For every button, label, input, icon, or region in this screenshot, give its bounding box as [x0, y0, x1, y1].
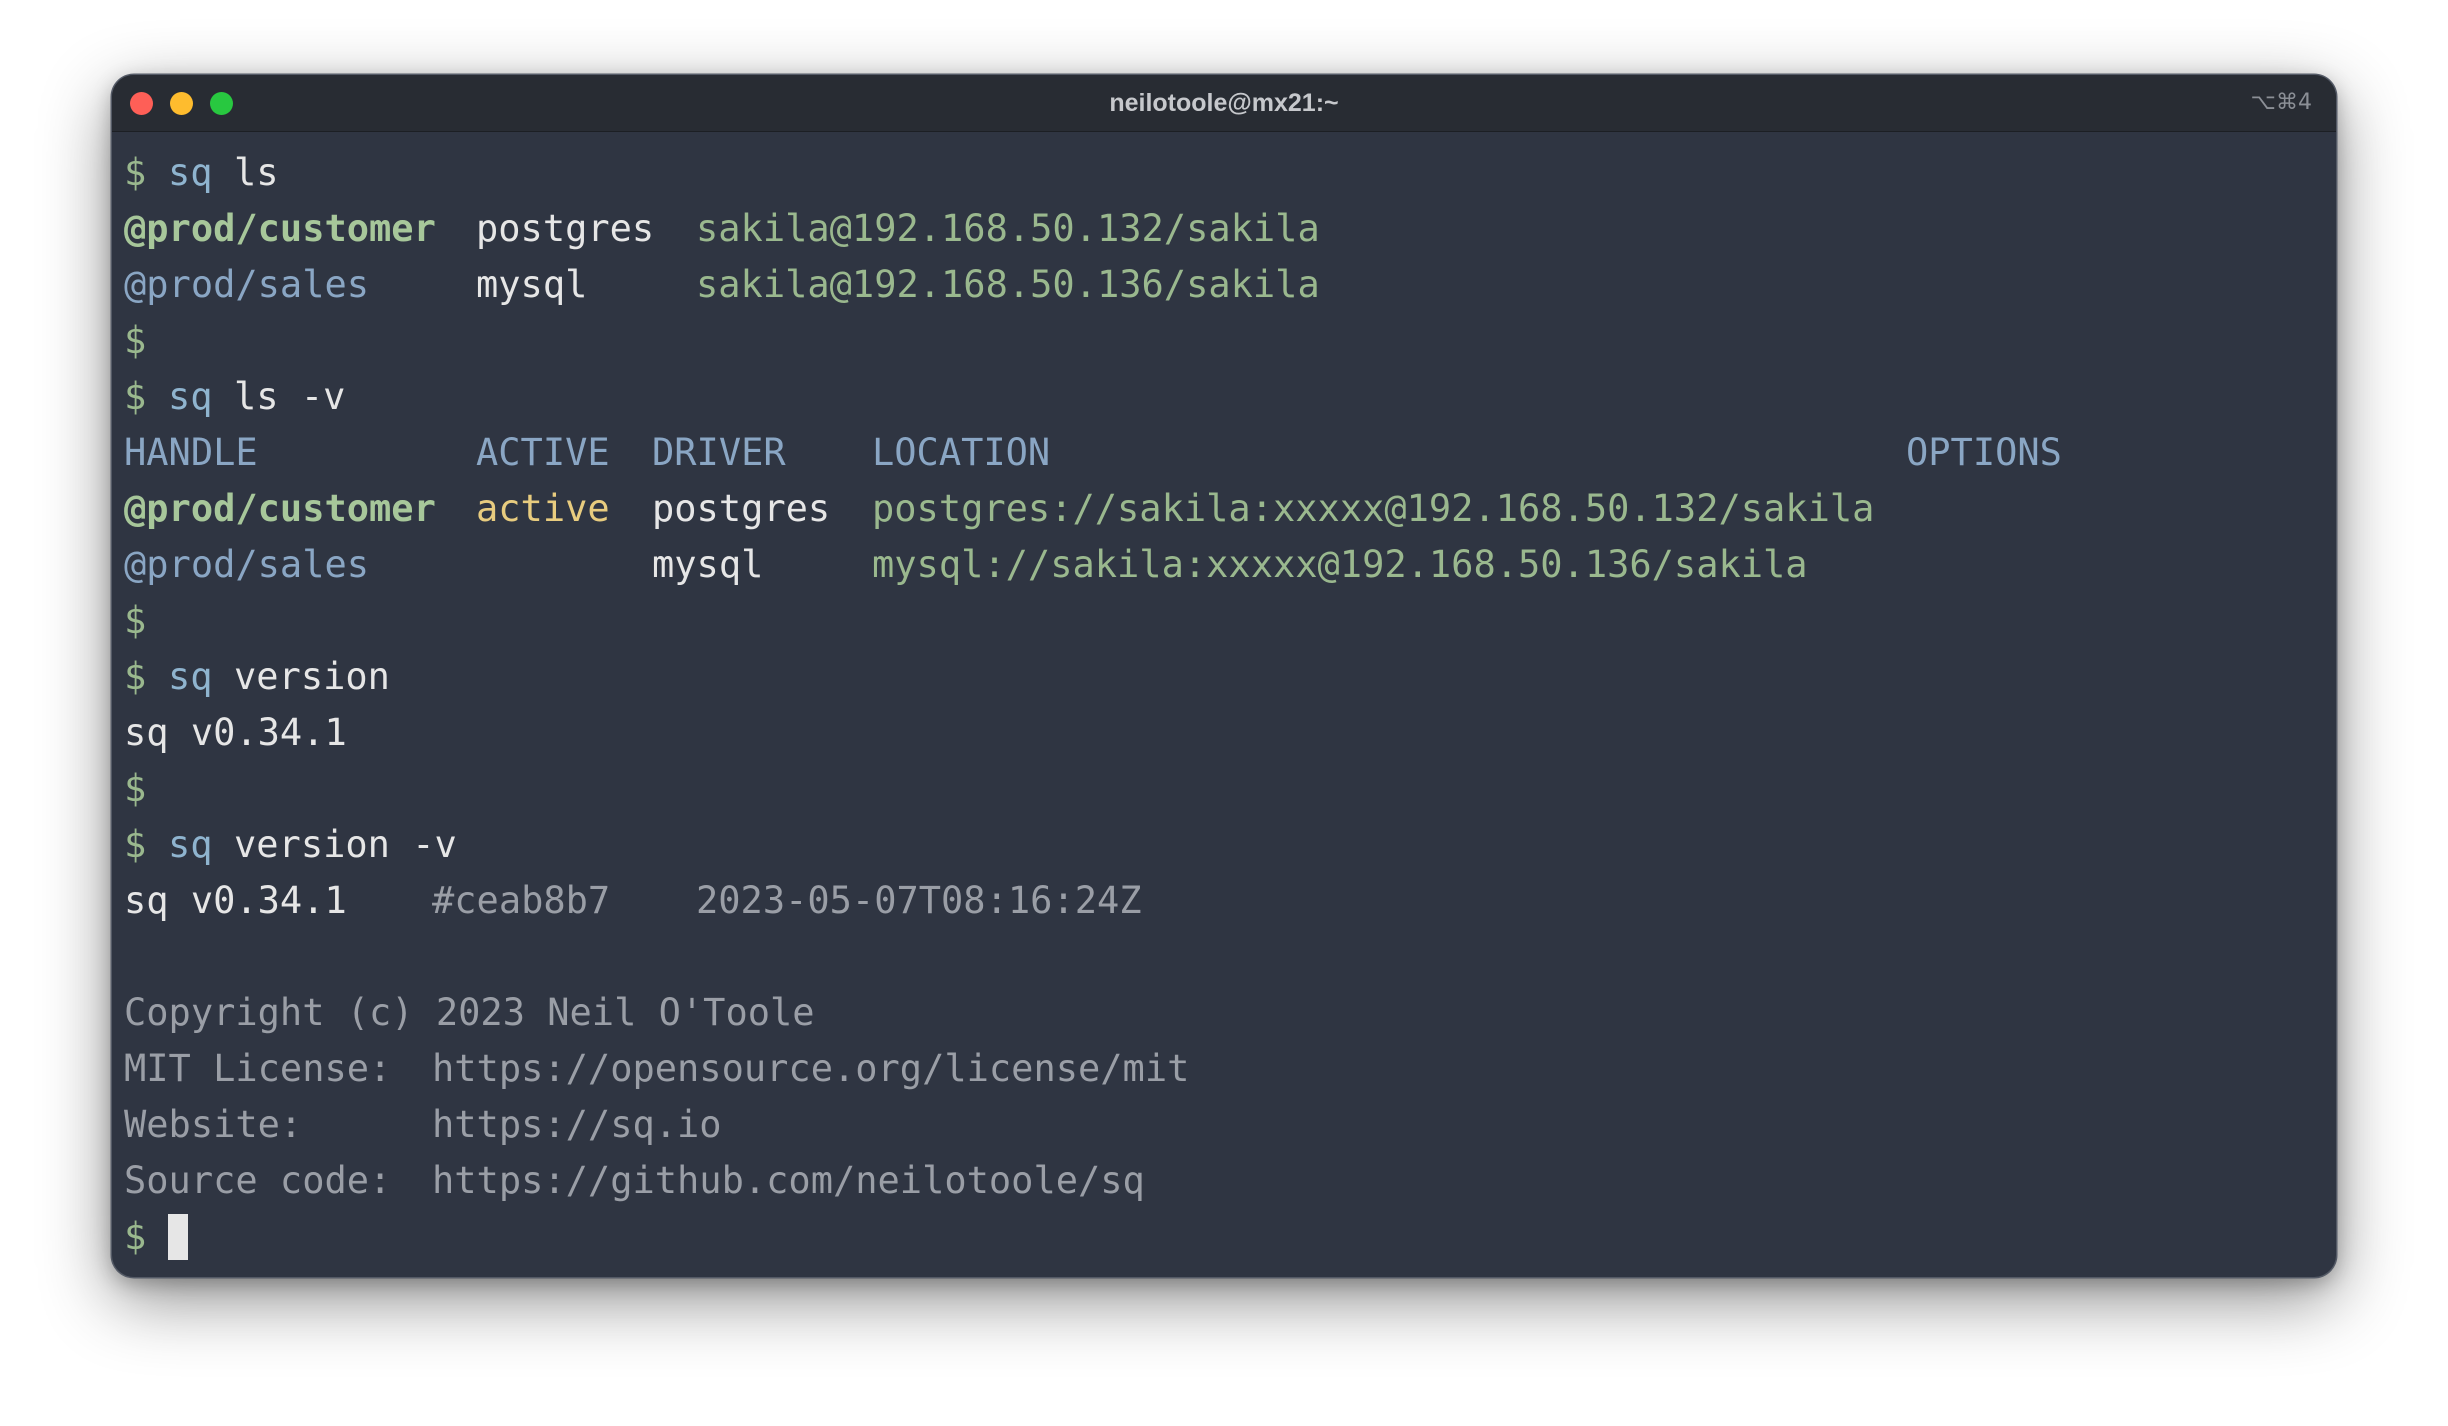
table-row: @prod/sales mysql mysql://sakila:xxxxx@1… — [124, 537, 2324, 593]
command-args: ls -v — [234, 375, 346, 418]
command-line: $ sq version — [124, 649, 2324, 705]
info-value: https://opensource.org/license/mit — [432, 1047, 1190, 1090]
source-location: sakila@192.168.50.132/sakila — [696, 207, 1320, 250]
info-line: Source code: https://github.com/neilotoo… — [124, 1153, 2324, 1209]
command-args: ls — [234, 151, 279, 194]
keyboard-shortcut-label: ⌥⌘4 — [2250, 90, 2312, 115]
source-location: sakila@192.168.50.136/sakila — [696, 263, 1320, 306]
terminal-window: neilotoole@mx21:~ ⌥⌘4 $ sq ls @prod/cust… — [112, 75, 2336, 1277]
copyright-line: Copyright (c) 2023 Neil O'Toole — [124, 985, 2324, 1041]
header-driver: DRIVER — [652, 431, 786, 474]
prompt-symbol: $ — [124, 767, 147, 810]
window-title: neilotoole@mx21:~ — [1109, 89, 1339, 117]
command-args: version — [234, 655, 390, 698]
source-handle: @prod/sales — [124, 543, 370, 586]
version-verbose-output: sq v0.34.1 #ceab8b7 2023-05-07T08:16:24Z — [124, 873, 2324, 929]
source-location: mysql://sakila:xxxxx@192.168.50.136/saki… — [872, 543, 1808, 586]
command-line: $ sq ls — [124, 145, 2324, 201]
info-label: Website: — [124, 1103, 303, 1146]
header-options: OPTIONS — [1906, 431, 2062, 474]
command-program: sq — [168, 151, 213, 194]
command-program: sq — [168, 655, 213, 698]
header-active: ACTIVE — [476, 431, 610, 474]
empty-prompt-line: $ — [124, 593, 2324, 649]
copyright-text: Copyright (c) 2023 Neil O'Toole — [124, 991, 815, 1034]
info-value: https://github.com/neilotoole/sq — [432, 1159, 1145, 1202]
info-value: https://sq.io — [432, 1103, 722, 1146]
info-line: MIT License: https://opensource.org/lice… — [124, 1041, 2324, 1097]
prompt-symbol: $ — [124, 151, 147, 194]
table-row: @prod/customer active postgres postgres:… — [124, 481, 2324, 537]
source-handle: @prod/customer — [124, 207, 436, 250]
terminal-content[interactable]: $ sq ls @prod/customer postgres sakila@1… — [124, 145, 2324, 1265]
source-driver: mysql — [652, 543, 764, 586]
prompt-symbol: $ — [124, 823, 147, 866]
command-program: sq — [168, 823, 213, 866]
version-string: sq v0.34.1 — [124, 711, 347, 754]
prompt-symbol: $ — [124, 599, 147, 642]
source-handle: @prod/sales — [124, 263, 370, 306]
ls-row: @prod/customer postgres sakila@192.168.5… — [124, 201, 2324, 257]
version-output: sq v0.34.1 — [124, 705, 2324, 761]
ls-row: @prod/sales mysql sakila@192.168.50.136/… — [124, 257, 2324, 313]
prompt-symbol: $ — [124, 1215, 147, 1258]
source-driver: mysql — [476, 263, 588, 306]
command-program: sq — [168, 375, 213, 418]
command-line: $ sq ls -v — [124, 369, 2324, 425]
header-handle: HANDLE — [124, 431, 258, 474]
text-cursor[interactable] — [168, 1214, 188, 1260]
source-driver: postgres — [652, 487, 831, 530]
header-location: LOCATION — [872, 431, 1051, 474]
prompt-symbol: $ — [124, 655, 147, 698]
source-handle: @prod/customer — [124, 487, 436, 530]
empty-prompt-line: $ — [124, 761, 2324, 817]
source-active: active — [476, 487, 610, 530]
version-string: sq v0.34.1 — [124, 879, 347, 922]
active-prompt-line[interactable]: $ — [124, 1209, 2324, 1265]
command-args: version -v — [234, 823, 457, 866]
table-header: HANDLE ACTIVE DRIVER LOCATION OPTIONS — [124, 425, 2324, 481]
title-bar[interactable]: neilotoole@mx21:~ ⌥⌘4 — [112, 75, 2336, 132]
info-label: Source code: — [124, 1159, 392, 1202]
prompt-symbol: $ — [124, 375, 147, 418]
source-location: postgres://sakila:xxxxx@192.168.50.132/s… — [872, 487, 1875, 530]
info-label: MIT License: — [124, 1047, 392, 1090]
commit-hash: #ceab8b7 — [432, 879, 611, 922]
build-timestamp: 2023-05-07T08:16:24Z — [696, 879, 1142, 922]
info-line: Website: https://sq.io — [124, 1097, 2324, 1153]
prompt-symbol: $ — [124, 319, 147, 362]
source-driver: postgres — [476, 207, 655, 250]
empty-prompt-line: $ — [124, 313, 2324, 369]
command-line: $ sq version -v — [124, 817, 2324, 873]
